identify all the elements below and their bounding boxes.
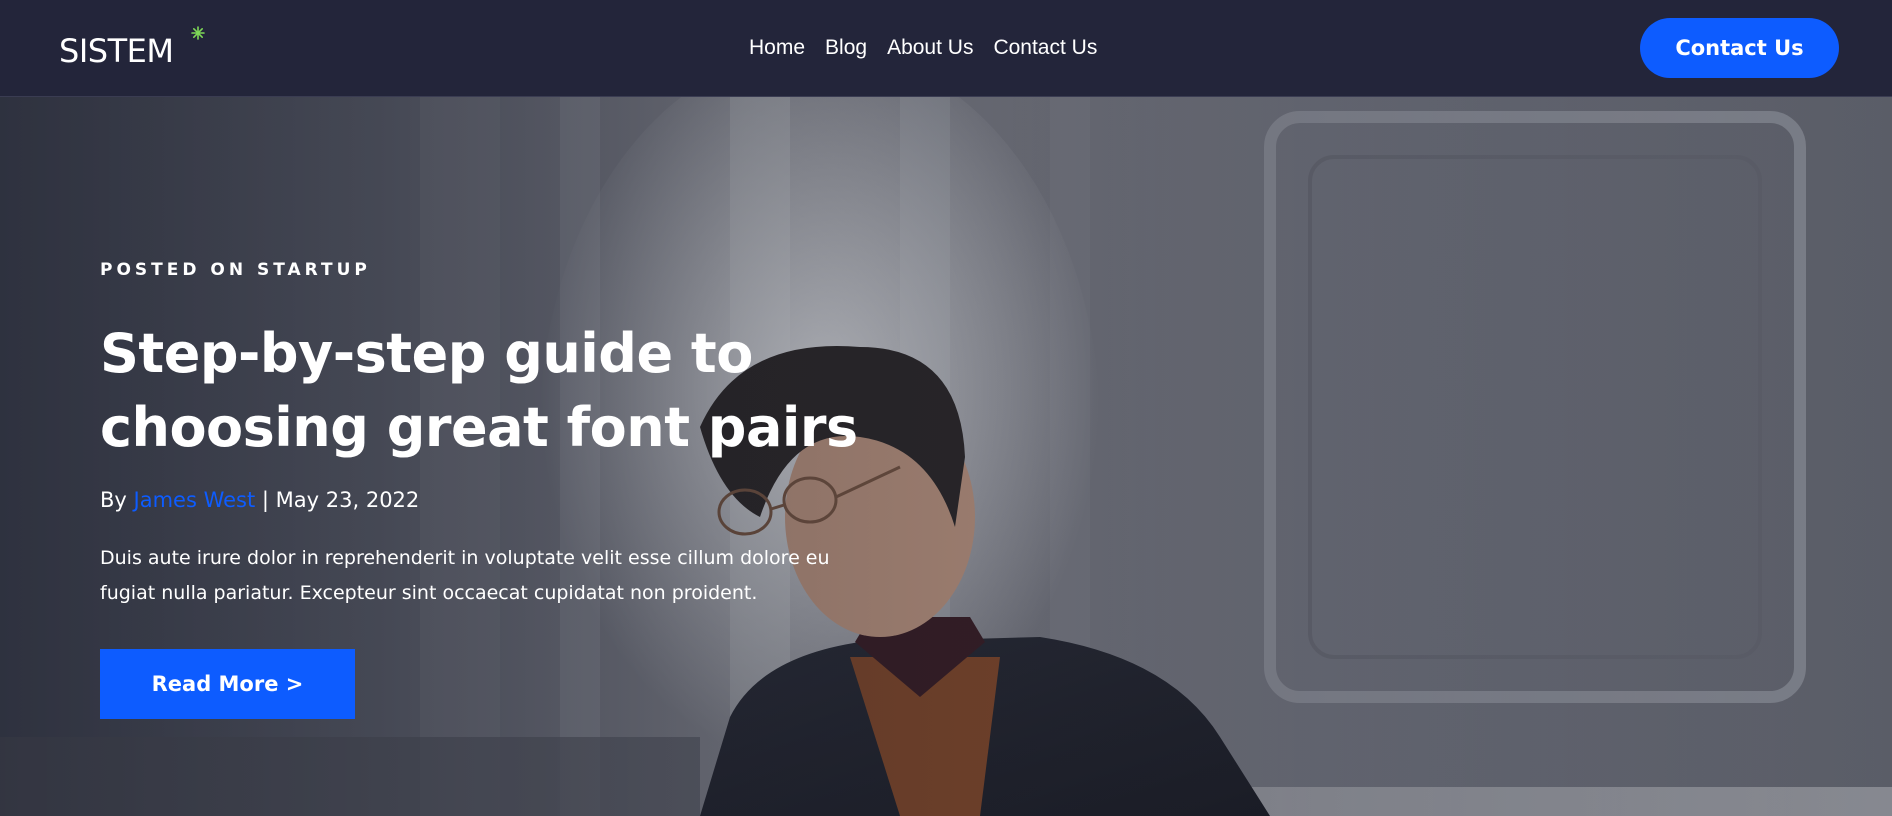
post-category-line: POSTED ON STARTUP xyxy=(100,260,371,280)
logo[interactable]: SISTEM xyxy=(59,26,205,70)
navbar: SISTEM Home Blog About Us Contact Us Con… xyxy=(0,0,1892,97)
nav-link-about-us[interactable]: About Us xyxy=(887,36,973,60)
post-title[interactable]: Step-by-step guide to choosing great fon… xyxy=(100,317,1000,465)
author-link[interactable]: James West xyxy=(134,488,256,512)
by-label: By xyxy=(100,488,127,512)
contact-us-button[interactable]: Contact Us xyxy=(1640,18,1839,78)
nav-link-blog[interactable]: Blog xyxy=(825,36,867,60)
posted-on-label: POSTED ON xyxy=(100,260,248,280)
meta-separator: | xyxy=(261,488,269,512)
post-excerpt: Duis aute irure dolor in reprehenderit i… xyxy=(100,547,830,604)
nav-link-home[interactable]: Home xyxy=(749,36,805,60)
logo-star-icon xyxy=(191,26,205,40)
read-more-button[interactable]: Read More > xyxy=(100,649,355,719)
hero-section: POSTED ON STARTUP Step-by-step guide to … xyxy=(0,97,1892,816)
post-date: May 23, 2022 xyxy=(275,488,420,512)
post-meta: By James West | May 23, 2022 xyxy=(100,487,419,513)
logo-text: SISTEM xyxy=(59,32,174,70)
hero-content: POSTED ON STARTUP Step-by-step guide to … xyxy=(100,97,1000,816)
post-category-link[interactable]: STARTUP xyxy=(257,260,371,280)
main-nav: Home Blog About Us Contact Us xyxy=(749,36,1117,60)
nav-link-contact-us[interactable]: Contact Us xyxy=(993,36,1097,60)
